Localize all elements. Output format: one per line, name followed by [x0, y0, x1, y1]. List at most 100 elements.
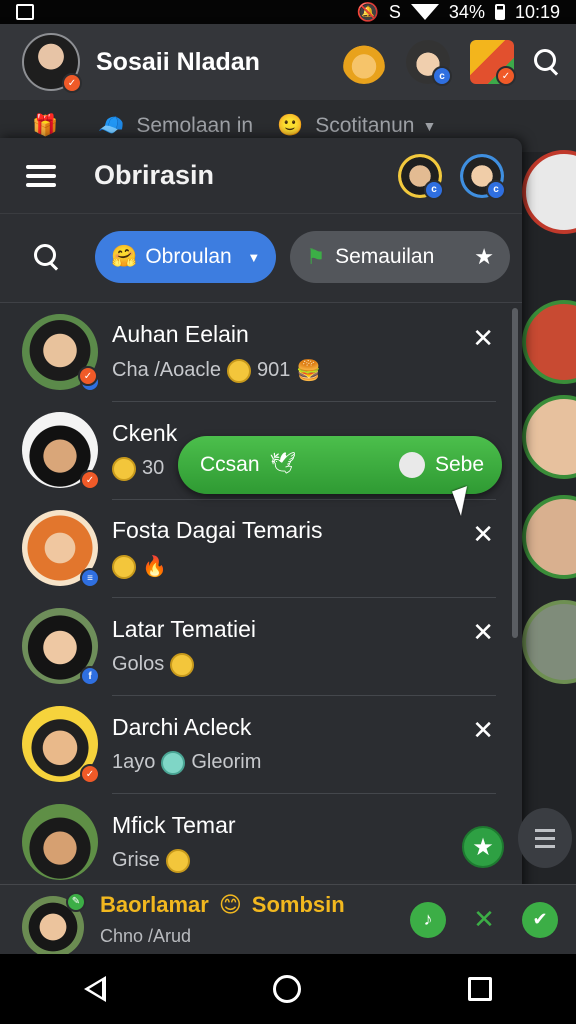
filter-chip-active[interactable]: 🤗 Obroulan ▼ [95, 231, 277, 283]
status-bar: 🔕 S 34% 10:19 [0, 0, 576, 24]
list-item[interactable]: f Latar Tematiei Golos ✕ [0, 597, 522, 695]
gift-icon: 🎁 [32, 114, 59, 137]
panel-header: Obrirasin c c [0, 138, 522, 214]
carrier-glyph: S [388, 1, 401, 22]
emoji-icon [112, 554, 136, 579]
bottom-bar: ✎ Baorlamar 😊 Sombsin Chno /Arud ♪ ✕ ✔ [0, 884, 576, 954]
action-pill[interactable]: Ccsan 🕊 Sebe [178, 436, 502, 494]
status-badge: c [486, 179, 506, 200]
status-badge: ≡ [80, 568, 100, 588]
search-icon[interactable] [534, 49, 560, 75]
background-avatar [522, 150, 576, 234]
contact-avatar[interactable]: c [460, 153, 506, 200]
contact-name: Auhan Eelain [112, 321, 249, 347]
contact-name: Latar Tematiei [112, 615, 257, 642]
home-icon[interactable] [272, 975, 301, 1003]
contact-avatar-icon[interactable]: c [406, 40, 452, 86]
flag-icon: ⚑ [306, 245, 326, 269]
contact-subtitle: Grise [112, 849, 160, 871]
notification-icon [16, 4, 34, 20]
avatar: f [22, 608, 100, 686]
status-badge: ✓ [62, 73, 82, 93]
battery-icon [494, 4, 505, 20]
status-badge: ✎ [66, 891, 86, 912]
avatar: ✓ [22, 706, 100, 784]
bird-icon: 🕊 [269, 452, 297, 475]
status-badge: ✓ [496, 66, 516, 86]
status-badge: ✓ [78, 366, 98, 386]
close-icon[interactable]: ✕ [472, 519, 494, 550]
smiley-icon [398, 452, 425, 478]
screen: 🔕 S 34% 10:19 ✓ Sosaii Nladan c ✓ 🎁 🧢 Se… [0, 0, 576, 1024]
close-icon[interactable]: ✕ [472, 617, 494, 648]
avatar: ≡ [22, 510, 100, 588]
status-badge: ✓ [80, 470, 100, 490]
helmet-avatar-icon[interactable] [342, 40, 386, 84]
menu-icon[interactable] [26, 164, 56, 187]
send-icon[interactable]: ✔ [522, 901, 558, 938]
avatar[interactable]: ✎ [22, 891, 86, 954]
page-title: Sosaii Nladan [96, 47, 260, 76]
contact-count: 901 [256, 359, 291, 381]
contact-extra: Gleorim [191, 751, 262, 773]
list-item[interactable]: ✓ Darchi Acleck 1ayo Gleorim ✕ [0, 695, 522, 793]
wifi-icon [410, 4, 439, 20]
list-item[interactable]: ≡ Fosta Dagai Temaris 🔥 ✕ [0, 499, 522, 597]
status-badge: f [80, 666, 100, 686]
avatar: ✎ ✓ [22, 314, 100, 392]
scrollbar[interactable] [512, 308, 518, 638]
cancel-button-label[interactable]: Ccsan [200, 453, 260, 477]
search-icon[interactable] [34, 244, 59, 270]
flag-icon[interactable]: ✓ [470, 40, 516, 86]
save-button[interactable]: Sebe [398, 452, 484, 478]
battery-percent: 34% [448, 1, 485, 22]
chevron-down-icon: ▼ [422, 118, 437, 134]
favorite-button[interactable]: ★ [462, 826, 504, 868]
star-icon: ★ [474, 244, 495, 269]
contact-subtitle: Golos [112, 653, 165, 675]
avatar [22, 804, 98, 880]
emoji-icon [161, 750, 186, 775]
background-tab-left[interactable]: Semolaan in [136, 114, 253, 138]
profile-avatar[interactable]: ✓ [22, 33, 82, 93]
close-icon[interactable]: ✕ [472, 715, 494, 746]
contact-name: Fosta Dagai Temaris [112, 517, 323, 543]
status-badge: c [432, 66, 452, 86]
menu-fab[interactable] [518, 808, 572, 868]
clock: 10:19 [514, 1, 560, 22]
filter-chip[interactable]: ⚑ Semauilan ★ [290, 231, 511, 283]
emoji-icon [226, 358, 251, 383]
close-icon[interactable]: ✕ [472, 323, 494, 354]
dnd-icon: 🔕 [356, 1, 379, 22]
emoji-icon [112, 456, 136, 481]
bottom-contact-name: Baorlamar [100, 892, 209, 917]
contact-avatar[interactable]: c [398, 153, 444, 200]
top-app-bar: ✓ Sosaii Nladan c ✓ [0, 24, 576, 100]
back-icon[interactable] [83, 976, 106, 1002]
list-item[interactable]: Mfick Temar Grise [0, 793, 522, 891]
bottom-contact-tag: Sombsin [251, 892, 345, 917]
save-button-label: Sebe [434, 453, 484, 476]
panel-title: Obrirasin [94, 160, 215, 190]
background-avatar [522, 395, 576, 479]
status-badge: c [424, 179, 444, 200]
contacts-panel: Obrirasin c c 🤗 Obroulan ▼ ⚑ Semauilan ★… [0, 138, 522, 958]
contact-subtitle: Cha /Aoacle [112, 359, 221, 381]
grin-icon: 😊 [218, 892, 242, 917]
filter-bar: 🤗 Obroulan ▼ ⚑ Semauilan ★ [0, 214, 522, 300]
list-item[interactable]: ✎ ✓ Auhan Eelain Cha /Aoacle 901 🍔 ✕ [0, 303, 522, 401]
recent-apps-icon[interactable] [468, 977, 493, 1001]
emoji-icon [165, 848, 190, 873]
contact-name: Darchi Acleck [112, 713, 252, 740]
emoji-icon [170, 652, 195, 677]
music-icon[interactable]: ♪ [410, 901, 446, 938]
background-avatar [522, 600, 576, 684]
contact-name: Ckenk [112, 419, 178, 446]
background-tab-right[interactable]: Scotitanun [315, 114, 414, 138]
chevron-down-icon: ▼ [247, 249, 261, 265]
smiley-icon: 🤗 [111, 245, 138, 268]
share-icon[interactable]: ✕ [466, 902, 502, 938]
face-icon: 🙂 [277, 114, 304, 137]
contact-count: 30 [142, 457, 165, 479]
filter-chip-label: Semauilan [335, 245, 435, 268]
